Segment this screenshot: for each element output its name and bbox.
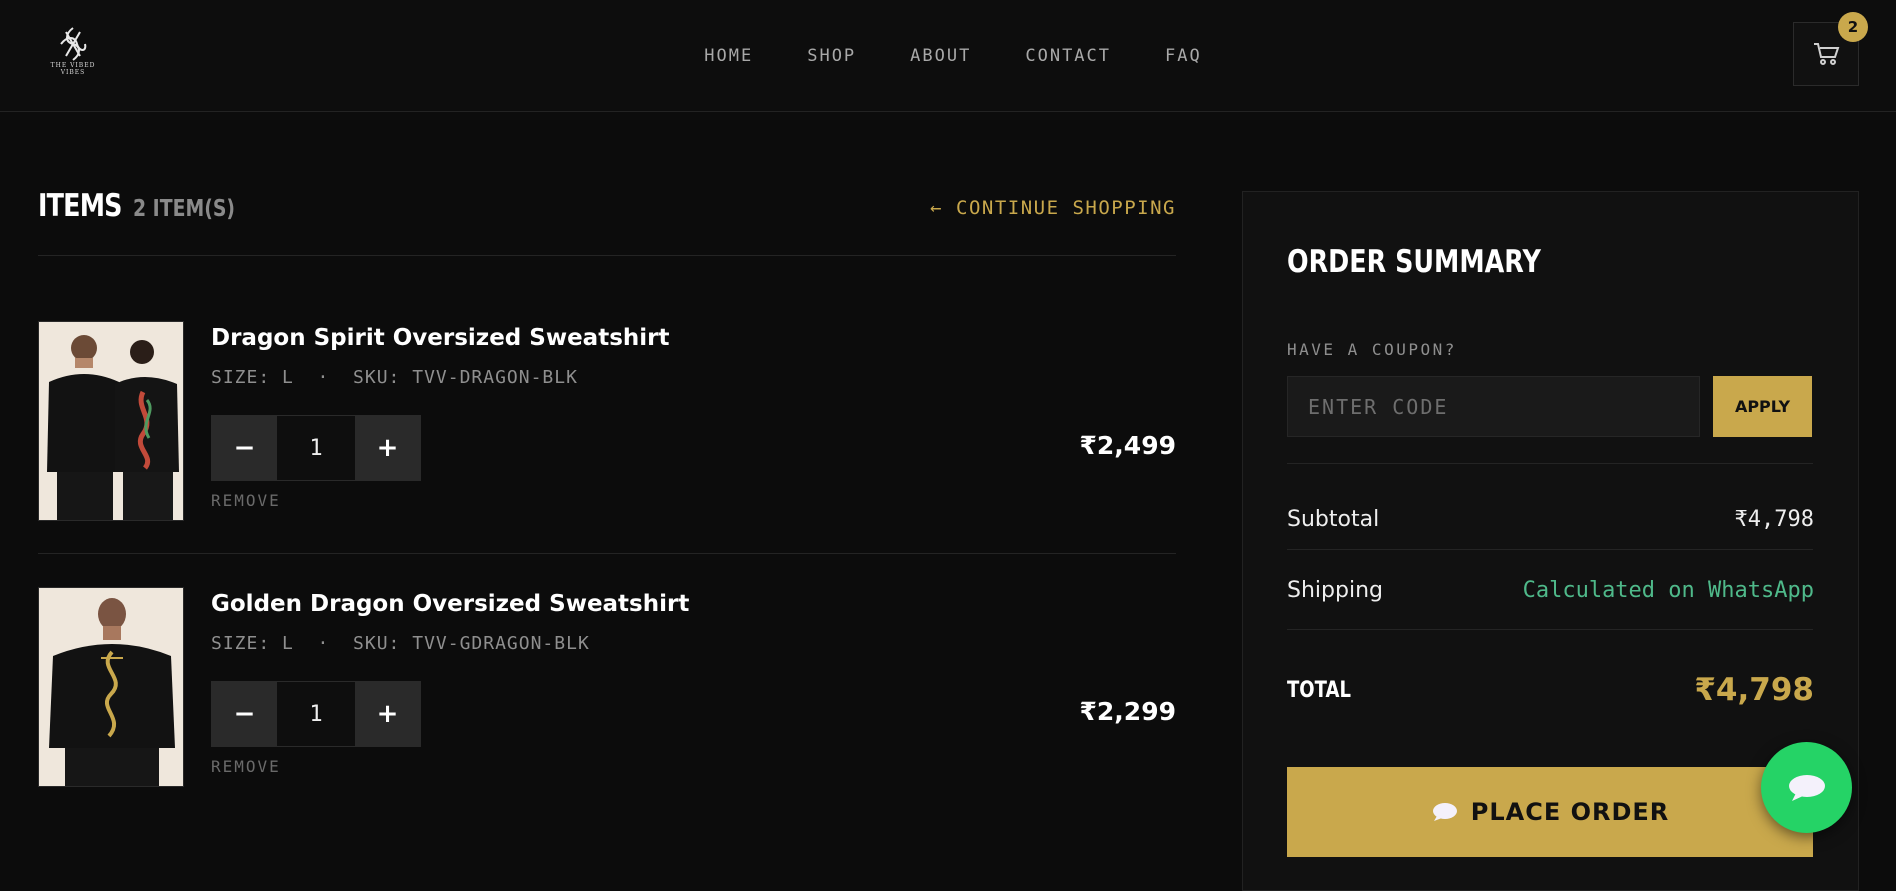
- remove-item-button[interactable]: REMOVE: [211, 491, 281, 510]
- apply-coupon-button[interactable]: APPLY: [1713, 376, 1812, 437]
- order-summary-title: ORDER SUMMARY: [1287, 244, 1541, 280]
- cart-item: Golden Dragon Oversized Sweatshirt SIZE:…: [38, 587, 1176, 787]
- product-photo-dragon-spirit: [39, 322, 183, 520]
- place-order-button[interactable]: PLACE ORDER: [1287, 767, 1813, 857]
- items-heading: ITEMS 2 ITEM(S): [38, 188, 235, 224]
- nav-about[interactable]: ABOUT: [910, 46, 971, 66]
- product-photo-golden-dragon: [39, 588, 183, 786]
- item-price: ₹2,499: [1079, 431, 1176, 460]
- main-nav: HOME SHOP ABOUT CONTACT FAQ: [0, 0, 1896, 112]
- items-title: ITEMS: [38, 188, 122, 224]
- remove-item-button[interactable]: REMOVE: [211, 757, 281, 776]
- items-count: 2 ITEM(S): [132, 196, 236, 222]
- decrease-qty-button[interactable]: −: [212, 416, 277, 480]
- coupon-label: HAVE A COUPON?: [1287, 340, 1457, 359]
- product-meta: SIZE: L · SKU: TVV-GDRAGON-BLK: [211, 633, 590, 654]
- product-meta: SIZE: L · SKU: TVV-DRAGON-BLK: [211, 367, 578, 388]
- summary-divider: [1287, 629, 1813, 630]
- summary-divider: [1287, 549, 1813, 550]
- items-header-divider: [38, 255, 1176, 256]
- item-divider: [38, 553, 1176, 554]
- increase-qty-button[interactable]: +: [355, 416, 420, 480]
- coupon-input[interactable]: [1287, 376, 1700, 437]
- whatsapp-chat-button[interactable]: [1761, 742, 1852, 833]
- nav-faq[interactable]: FAQ: [1165, 46, 1202, 66]
- continue-shopping-link[interactable]: ← CONTINUE SHOPPING: [924, 197, 1176, 219]
- nav-home[interactable]: HOME: [704, 46, 753, 66]
- quantity-value: 1: [277, 416, 355, 480]
- chat-bubble-icon: [1788, 774, 1825, 801]
- total-label: TOTAL: [1287, 678, 1352, 703]
- chat-bubble-icon: [1432, 803, 1457, 821]
- place-order-label: PLACE ORDER: [1470, 798, 1670, 826]
- site-header: THE VIBED VIBES HOME SHOP ABOUT CONTACT …: [0, 0, 1896, 112]
- increase-qty-button[interactable]: +: [355, 682, 420, 746]
- cart-item: Dragon Spirit Oversized Sweatshirt SIZE:…: [38, 321, 1176, 521]
- quantity-value: 1: [277, 682, 355, 746]
- decrease-qty-button[interactable]: −: [212, 682, 277, 746]
- shipping-label: Shipping: [1287, 578, 1383, 603]
- nav-contact[interactable]: CONTACT: [1025, 46, 1111, 66]
- product-image[interactable]: [38, 321, 184, 521]
- quantity-stepper: − 1 +: [211, 681, 421, 747]
- total-value: ₹4,798: [1694, 672, 1814, 708]
- subtotal-value: ₹4,798: [1734, 507, 1814, 532]
- product-name[interactable]: Dragon Spirit Oversized Sweatshirt: [211, 325, 669, 351]
- quantity-stepper: − 1 +: [211, 415, 421, 481]
- nav-shop[interactable]: SHOP: [807, 46, 856, 66]
- subtotal-label: Subtotal: [1287, 507, 1380, 532]
- product-name[interactable]: Golden Dragon Oversized Sweatshirt: [211, 591, 689, 617]
- item-price: ₹2,299: [1079, 697, 1176, 726]
- summary-divider: [1287, 463, 1813, 464]
- shipping-value: Calculated on WhatsApp: [1522, 578, 1814, 603]
- cart-count-badge: 2: [1838, 12, 1868, 42]
- product-image[interactable]: [38, 587, 184, 787]
- cart-icon: [1814, 43, 1840, 65]
